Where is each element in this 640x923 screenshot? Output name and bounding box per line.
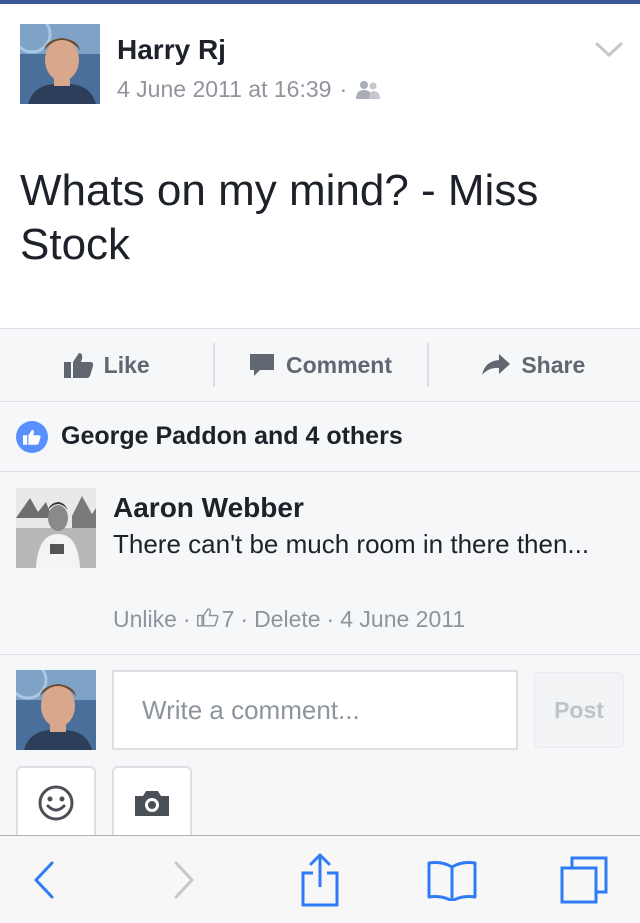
comment-meta: Unlike · 7 · Delete · 4 June 2011: [113, 606, 465, 633]
share-page-button[interactable]: [290, 836, 350, 923]
book-icon: [427, 861, 477, 901]
commenter-name[interactable]: Aaron Webber: [113, 492, 304, 524]
chevron-left-icon: [34, 861, 54, 899]
post: Harry Rj 4 June 2011 at 16:39 · Whats on…: [0, 4, 640, 328]
share-box-icon: [301, 853, 339, 907]
comment-icon: [249, 354, 274, 376]
comment-label: Comment: [285, 351, 393, 378]
post-timestamp[interactable]: 4 June 2011 at 16:39: [117, 76, 331, 103]
forward-button[interactable]: [156, 836, 212, 923]
chevron-right-icon: [174, 861, 194, 899]
post-action-bar: Like Comment Share: [0, 328, 640, 402]
comment-input[interactable]: [112, 670, 518, 750]
meta-separator: ·: [240, 606, 249, 632]
emoji-button[interactable]: [16, 766, 96, 838]
chevron-down-icon[interactable]: [594, 40, 624, 60]
post-meta: 4 June 2011 at 16:39 ·: [117, 76, 381, 103]
share-label: Share: [521, 351, 586, 378]
likes-summary-text[interactable]: George Paddon and 4 others: [61, 422, 403, 451]
my-avatar[interactable]: [16, 670, 96, 750]
tabs-button[interactable]: [552, 836, 616, 923]
friends-icon: [355, 79, 381, 101]
share-button[interactable]: Share: [426, 329, 640, 401]
post-author-name[interactable]: Harry Rj: [117, 34, 226, 66]
comment-like-count[interactable]: 7: [222, 606, 235, 633]
browser-toolbar: [0, 835, 640, 923]
comment-date[interactable]: 4 June 2011: [340, 606, 465, 633]
share-arrow-icon: [482, 354, 511, 375]
back-button[interactable]: [16, 836, 72, 923]
post-text: Whats on my mind? - Miss Stock: [20, 166, 539, 269]
comment-button[interactable]: Comment: [213, 329, 426, 401]
like-badge-icon: [16, 420, 48, 453]
meta-separator: ·: [339, 76, 348, 102]
thumbs-up-icon: [63, 353, 93, 378]
like-button[interactable]: Like: [0, 329, 213, 401]
thumbs-up-outline-icon: [196, 606, 219, 633]
tabs-icon: [560, 856, 608, 904]
meta-separator: ·: [326, 606, 335, 632]
comment-text: There can't be much room in there then..…: [113, 529, 590, 559]
bookmarks-button[interactable]: [420, 836, 484, 923]
author-avatar[interactable]: [20, 24, 100, 104]
divider: [0, 654, 640, 655]
comments-section: George Paddon and 4 others Aaron Webber …: [0, 402, 640, 838]
post-button[interactable]: Post: [534, 672, 624, 748]
like-label: Like: [103, 351, 150, 378]
camera-icon: [135, 791, 169, 816]
meta-separator: ·: [182, 606, 191, 632]
commenter-avatar[interactable]: [16, 488, 96, 568]
delete-link[interactable]: Delete: [254, 606, 320, 633]
likes-summary-row[interactable]: George Paddon and 4 others: [0, 402, 640, 472]
camera-button[interactable]: [112, 766, 192, 838]
unlike-link[interactable]: Unlike: [113, 606, 177, 633]
smiley-icon: [38, 785, 74, 821]
